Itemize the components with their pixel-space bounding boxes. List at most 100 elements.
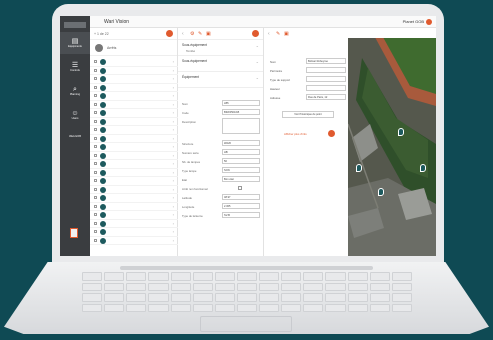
lamp-icon	[100, 93, 106, 99]
row-checkbox[interactable]	[94, 196, 97, 199]
row-checkbox[interactable]	[94, 153, 97, 157]
list-item[interactable]: ›	[90, 101, 178, 109]
user-icon: ☺	[71, 109, 79, 117]
chevron-left-icon[interactable]: ‹	[182, 31, 184, 37]
field-input[interactable]	[306, 67, 346, 73]
row-checkbox[interactable]	[94, 230, 97, 233]
history-button[interactable]: Voir l'historique du point	[282, 111, 334, 118]
field-input[interactable]: Bon état	[222, 176, 260, 182]
user-avatar[interactable]	[426, 19, 432, 25]
field-input[interactable]	[306, 85, 346, 91]
row-checkbox[interactable]	[94, 94, 97, 97]
list-item[interactable]: ›	[90, 220, 178, 228]
list-item[interactable]: ›	[90, 126, 178, 135]
list-item[interactable]: ›	[90, 211, 178, 220]
list-item[interactable]: ›	[90, 186, 178, 194]
keyboard-key	[192, 282, 213, 291]
sidebar-item-planning[interactable]: ⌕ Planning	[60, 80, 90, 102]
list-item[interactable]: ›	[90, 75, 178, 84]
section-equipment[interactable]: Équipement ⌄	[178, 72, 263, 88]
field-input[interactable]: 50	[222, 158, 260, 164]
field-input[interactable]: B3W4501/1B	[222, 109, 260, 115]
field-input[interactable]: Bolivar Robeyroe	[306, 58, 346, 64]
document-icon[interactable]	[70, 228, 78, 238]
field-input[interactable]: WA20	[222, 140, 260, 146]
map-marker-icon[interactable]	[398, 128, 404, 136]
add-button[interactable]	[166, 30, 173, 37]
lamp-icon	[100, 118, 106, 125]
row-checkbox[interactable]	[94, 221, 97, 225]
list-item[interactable]: ›	[90, 135, 178, 143]
lamp-icon	[100, 144, 106, 150]
more-info-button[interactable]	[328, 130, 335, 137]
row-checkbox[interactable]	[94, 60, 97, 63]
list-item[interactable]: ›	[90, 194, 178, 203]
lamp-icon	[100, 101, 106, 108]
row-checkbox[interactable]	[94, 179, 97, 182]
row-checkbox[interactable]	[94, 170, 97, 174]
map-marker-icon[interactable]	[420, 164, 426, 172]
list-item[interactable]: ›	[90, 58, 178, 67]
description-textarea[interactable]	[222, 118, 260, 134]
delete-icon[interactable]: ▣	[284, 31, 289, 37]
satellite-map[interactable]	[348, 28, 436, 256]
row-checkbox[interactable]	[94, 119, 97, 123]
list-item[interactable]: ›	[90, 152, 178, 160]
keyboard-key	[192, 272, 213, 281]
list-group[interactable]: Arrêts	[90, 40, 177, 56]
gear-icon[interactable]: ⚙	[190, 31, 194, 37]
breadcrumb[interactable]: + 1 de 22	[94, 32, 109, 36]
section-sub-equipment-2[interactable]: Sous-équipement ⌄	[178, 56, 263, 72]
field-checkbox[interactable]	[238, 186, 242, 190]
lamp-icon	[100, 152, 106, 159]
list-item[interactable]: ›	[90, 118, 178, 126]
edit-icon[interactable]: ✎	[276, 31, 280, 37]
field-input[interactable]: 48.97	[222, 194, 260, 200]
list-item[interactable]: ›	[90, 177, 178, 186]
map-marker-icon[interactable]	[356, 164, 362, 172]
section-sub-equipment[interactable]: Sous-équipement Tombé ⌄	[178, 40, 263, 56]
more-info-link[interactable]: Afficher plus d'info	[284, 132, 307, 136]
row-checkbox[interactable]	[94, 145, 97, 148]
row-checkbox[interactable]	[94, 85, 97, 89]
row-checkbox[interactable]	[94, 68, 97, 72]
row-checkbox[interactable]	[94, 162, 97, 165]
list-item[interactable]: ›	[90, 160, 178, 169]
user-name[interactable]: Planet GOB	[403, 19, 424, 24]
row-checkbox[interactable]	[94, 213, 97, 216]
list-item[interactable]: ›	[90, 109, 178, 118]
chevron-left-icon[interactable]: ‹	[268, 31, 270, 37]
row-checkbox[interactable]	[94, 187, 97, 191]
field-input[interactable]: Rue de Paris, 12	[306, 94, 346, 100]
field-input[interactable]: SV-B	[222, 212, 260, 218]
save-button[interactable]	[252, 30, 259, 37]
row-checkbox[interactable]	[94, 238, 97, 242]
map-marker-icon[interactable]	[378, 188, 384, 196]
sidebar-item-users[interactable]: ☺ Users	[60, 104, 90, 126]
sidebar-item-equipments[interactable]: ▤ Equipments	[60, 32, 90, 54]
list-item[interactable]: ›	[90, 237, 178, 245]
list-item[interactable]: ›	[90, 92, 178, 101]
list-item[interactable]: ›	[90, 143, 178, 152]
list-item[interactable]: ›	[90, 228, 178, 237]
field-input[interactable]: LB5	[222, 100, 260, 106]
row-checkbox[interactable]	[94, 128, 97, 131]
keyboard-key	[369, 282, 390, 291]
row-checkbox[interactable]	[94, 111, 97, 114]
list-item[interactable]: ›	[90, 67, 178, 75]
row-checkbox[interactable]	[94, 77, 97, 80]
field-input[interactable]: HB	[222, 149, 260, 155]
field-input[interactable]: 2.305	[222, 203, 260, 209]
row-checkbox[interactable]	[94, 102, 97, 106]
edit-icon[interactable]: ✎	[198, 31, 202, 37]
delete-icon[interactable]: ▣	[206, 31, 211, 37]
field-input[interactable]: SON	[222, 167, 260, 173]
row-checkbox[interactable]	[94, 136, 97, 140]
list-item[interactable]: ›	[90, 84, 178, 92]
field-input[interactable]	[306, 76, 346, 82]
sidebar-item-controls[interactable]: ☰ Controls	[60, 56, 90, 78]
row-checkbox[interactable]	[94, 204, 97, 208]
list-item[interactable]: ›	[90, 169, 178, 177]
list-item[interactable]: ›	[90, 203, 178, 211]
sidebar-item-extra[interactable]: Wari-GOB	[60, 126, 90, 148]
